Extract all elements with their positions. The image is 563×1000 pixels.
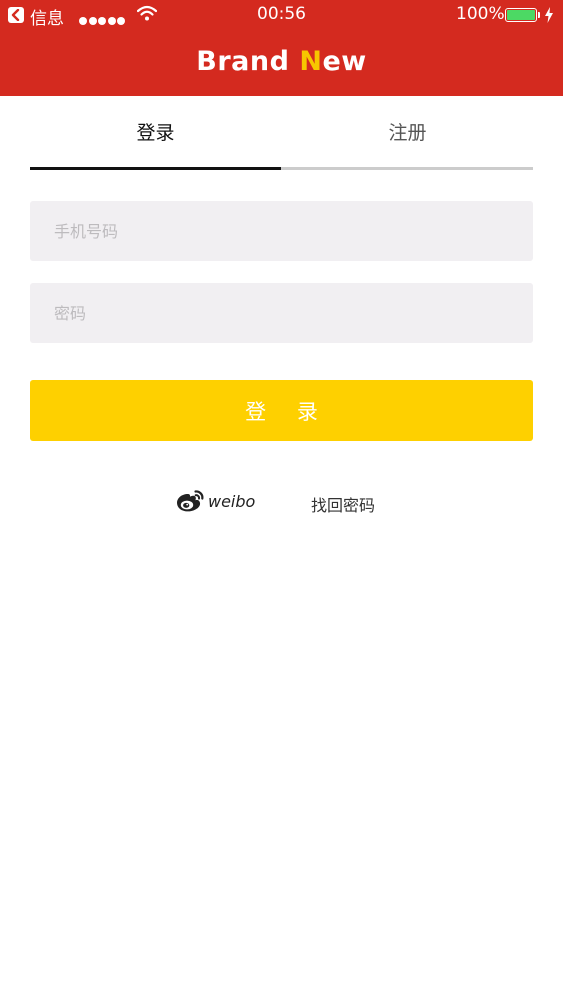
tab-register-underline [281,167,533,170]
tab-register[interactable]: 注册 [282,96,533,172]
battery-icon [505,8,537,22]
password-input[interactable] [30,283,533,343]
battery-tip [538,12,540,18]
brand-title: Brand New [0,46,563,77]
brand-title-accent: N [299,46,323,77]
brand-title-first: Brand [196,46,300,77]
brand-title-rest: ew [322,46,367,77]
forgot-password-link[interactable]: 找回密码 [311,492,375,516]
login-button[interactable]: 登 录 [30,380,533,441]
phone-number-input[interactable] [30,201,533,261]
tab-login[interactable]: 登录 [30,96,281,172]
battery-percentage: 100% [456,4,505,24]
weibo-label: weibo [208,492,256,511]
weibo-logo-icon [177,490,204,512]
auth-tabs: 登录 注册 [30,96,533,172]
app-header: 信息 00:56 100% Brand New [0,0,563,96]
tab-login-underline [30,167,281,170]
bolt-icon [545,7,553,28]
status-bar: 信息 00:56 100% [0,0,563,32]
